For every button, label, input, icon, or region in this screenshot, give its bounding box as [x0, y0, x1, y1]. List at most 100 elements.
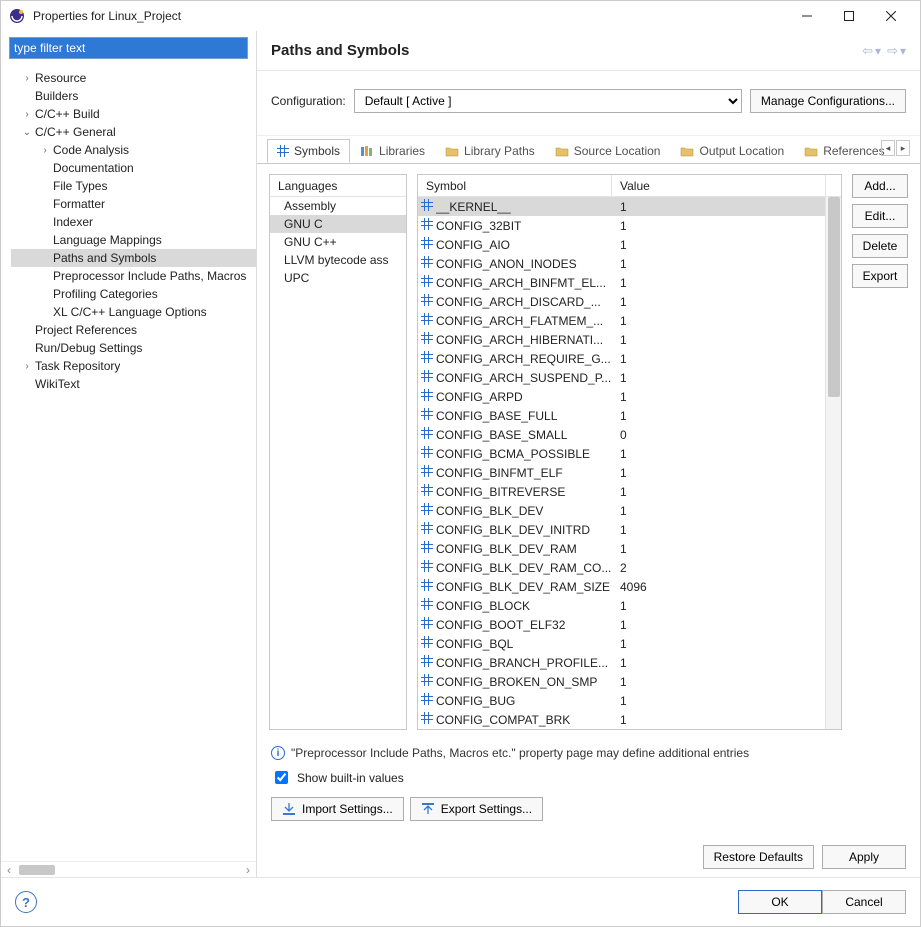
tree-item[interactable]: Project References — [11, 321, 256, 339]
tree-item[interactable]: Documentation — [11, 159, 256, 177]
symbol-row[interactable]: CONFIG_COMPAT_BRK1 — [418, 710, 825, 729]
chevron-down-icon[interactable]: ⌄ — [21, 127, 33, 138]
tree-item[interactable]: ⌄C/C++ General — [11, 123, 256, 141]
tab-body: Languages AssemblyGNU CGNU C++LLVM bytec… — [257, 164, 920, 740]
symbol-row[interactable]: CONFIG_32BIT1 — [418, 216, 825, 235]
configuration-select[interactable]: Default [ Active ] — [354, 89, 742, 113]
symbol-row[interactable]: __KERNEL__1 — [418, 197, 825, 216]
tree-item[interactable]: Preprocessor Include Paths, Macros — [11, 267, 256, 285]
symbol-row[interactable]: CONFIG_ARCH_SUSPEND_P...1 — [418, 368, 825, 387]
export-settings-button[interactable]: Export Settings... — [410, 797, 543, 821]
maximize-button[interactable] — [828, 2, 870, 30]
apply-button[interactable]: Apply — [822, 845, 906, 869]
edit-button[interactable]: Edit... — [852, 204, 908, 228]
tree-item[interactable]: ›Resource — [11, 69, 256, 87]
language-item[interactable]: LLVM bytecode ass — [270, 251, 406, 269]
property-tree[interactable]: ›ResourceBuilders›C/C++ Build⌄C/C++ Gene… — [1, 65, 256, 861]
symbol-row[interactable]: CONFIG_ARCH_HIBERNATI...1 — [418, 330, 825, 349]
manage-configurations-button[interactable]: Manage Configurations... — [750, 89, 906, 113]
history-forward-button[interactable]: ⇨▾ — [887, 43, 906, 59]
symbol-row[interactable]: CONFIG_ANON_INODES1 — [418, 254, 825, 273]
tab-references[interactable]: References — [794, 139, 894, 163]
show-builtin-label[interactable]: Show built-in values — [297, 771, 404, 785]
tree-item[interactable]: Builders — [11, 87, 256, 105]
tree-item[interactable]: File Types — [11, 177, 256, 195]
symbol-row[interactable]: CONFIG_BLK_DEV_RAM1 — [418, 539, 825, 558]
cancel-button[interactable]: Cancel — [822, 890, 906, 914]
tab-libraries[interactable]: Libraries — [350, 139, 435, 163]
symbol-row[interactable]: CONFIG_BLK_DEV1 — [418, 501, 825, 520]
scroll-right-icon[interactable]: › — [240, 863, 256, 877]
info-icon: i — [271, 746, 285, 760]
symbol-row[interactable]: CONFIG_BASE_SMALL0 — [418, 425, 825, 444]
symbol-row[interactable]: CONFIG_BITREVERSE1 — [418, 482, 825, 501]
tree-item[interactable]: Indexer — [11, 213, 256, 231]
symbol-row[interactable]: CONFIG_BROKEN_ON_SMP1 — [418, 672, 825, 691]
symbol-row[interactable]: CONFIG_ARCH_BINFMT_EL...1 — [418, 273, 825, 292]
tree-item[interactable]: ›Task Repository — [11, 357, 256, 375]
chevron-right-icon[interactable]: › — [21, 361, 33, 372]
symbol-row[interactable]: CONFIG_ARCH_REQUIRE_G...1 — [418, 349, 825, 368]
add-button[interactable]: Add... — [852, 174, 908, 198]
column-header-symbol[interactable]: Symbol — [418, 175, 612, 196]
symbols-list[interactable]: __KERNEL__1CONFIG_32BIT1CONFIG_AIO1CONFI… — [418, 197, 825, 729]
symbol-row[interactable]: CONFIG_BINFMT_ELF1 — [418, 463, 825, 482]
tree-item[interactable]: Run/Debug Settings — [11, 339, 256, 357]
export-button[interactable]: Export — [852, 264, 908, 288]
minimize-button[interactable] — [786, 2, 828, 30]
hash-icon — [421, 294, 433, 306]
tree-item[interactable]: Language Mappings — [11, 231, 256, 249]
column-header-value[interactable]: Value — [612, 175, 825, 196]
filter-input[interactable] — [9, 37, 248, 59]
tab-symbols[interactable]: Symbols — [267, 139, 350, 163]
symbol-row[interactable]: CONFIG_BUG1 — [418, 691, 825, 710]
chevron-right-icon[interactable]: › — [21, 109, 33, 120]
symbol-row[interactable]: CONFIG_ARPD1 — [418, 387, 825, 406]
tab-source-location[interactable]: Source Location — [545, 139, 671, 163]
symbol-row[interactable]: CONFIG_AIO1 — [418, 235, 825, 254]
history-back-button[interactable]: ⇦▾ — [862, 43, 881, 59]
tree-item[interactable]: ›C/C++ Build — [11, 105, 256, 123]
tree-item[interactable]: WikiText — [11, 375, 256, 393]
symbol-row[interactable]: CONFIG_BCMA_POSSIBLE1 — [418, 444, 825, 463]
languages-list[interactable]: AssemblyGNU CGNU C++LLVM bytecode assUPC — [270, 197, 406, 729]
symbol-row[interactable]: CONFIG_BRANCH_PROFILE...1 — [418, 653, 825, 672]
language-item[interactable]: UPC — [270, 269, 406, 287]
chevron-right-icon[interactable]: › — [21, 73, 33, 84]
help-button[interactable]: ? — [15, 891, 37, 913]
symbol-row[interactable]: CONFIG_BASE_FULL1 — [418, 406, 825, 425]
language-item[interactable]: Assembly — [270, 197, 406, 215]
scroll-thumb[interactable] — [19, 865, 55, 875]
tree-item-label: Resource — [35, 71, 86, 85]
scroll-thumb[interactable] — [828, 197, 840, 397]
restore-defaults-button[interactable]: Restore Defaults — [703, 845, 814, 869]
import-settings-button[interactable]: Import Settings... — [271, 797, 404, 821]
close-button[interactable] — [870, 2, 912, 30]
symbol-row[interactable]: CONFIG_BOOT_ELF321 — [418, 615, 825, 634]
symbols-vertical-scrollbar[interactable] — [825, 197, 841, 729]
show-builtin-checkbox[interactable] — [275, 771, 288, 784]
tabstrip-scroll-left[interactable]: ◂ — [881, 140, 895, 156]
tree-item[interactable]: ›Code Analysis — [11, 141, 256, 159]
symbol-row[interactable]: CONFIG_BQL1 — [418, 634, 825, 653]
scroll-left-icon[interactable]: ‹ — [1, 863, 17, 877]
tree-item[interactable]: XL C/C++ Language Options — [11, 303, 256, 321]
tree-item[interactable]: Formatter — [11, 195, 256, 213]
delete-button[interactable]: Delete — [852, 234, 908, 258]
tree-item[interactable]: Paths and Symbols — [11, 249, 256, 267]
tree-item[interactable]: Profiling Categories — [11, 285, 256, 303]
tab-library-paths[interactable]: Library Paths — [435, 139, 545, 163]
symbol-row[interactable]: CONFIG_BLK_DEV_RAM_CO...2 — [418, 558, 825, 577]
tab-output-location[interactable]: Output Location — [670, 139, 794, 163]
ok-button[interactable]: OK — [738, 890, 822, 914]
symbol-row[interactable]: CONFIG_ARCH_FLATMEM_...1 — [418, 311, 825, 330]
symbol-row[interactable]: CONFIG_BLK_DEV_INITRD1 — [418, 520, 825, 539]
language-item[interactable]: GNU C — [270, 215, 406, 233]
symbol-row[interactable]: CONFIG_BLOCK1 — [418, 596, 825, 615]
chevron-right-icon[interactable]: › — [39, 145, 51, 156]
language-item[interactable]: GNU C++ — [270, 233, 406, 251]
sidebar-horizontal-scrollbar[interactable]: ‹ › — [1, 861, 256, 877]
symbol-row[interactable]: CONFIG_ARCH_DISCARD_...1 — [418, 292, 825, 311]
symbol-row[interactable]: CONFIG_BLK_DEV_RAM_SIZE4096 — [418, 577, 825, 596]
tabstrip-scroll-right[interactable]: ▸ — [896, 140, 910, 156]
